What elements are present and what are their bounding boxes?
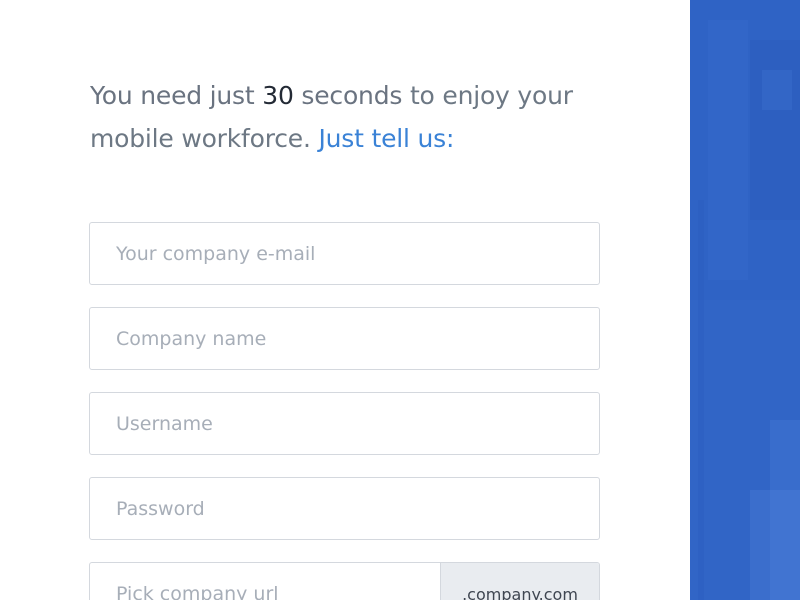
signup-form-panel: You need just 30 seconds to enjoy your m… <box>0 0 690 600</box>
password-field-wrapper <box>89 477 600 540</box>
company-url-field-wrapper: .company.com <box>89 562 600 600</box>
intro-part-2: seconds <box>293 81 403 110</box>
intro-text: You need just 30 seconds to enjoy your m… <box>90 74 610 160</box>
email-field-wrapper <box>89 222 600 285</box>
username-input[interactable] <box>90 393 599 454</box>
intro-number: 30 <box>262 81 294 110</box>
hero-photo-overlay <box>690 0 800 600</box>
intro-part-1: You need just <box>90 81 263 110</box>
company-name-input[interactable] <box>90 308 599 369</box>
company-url-input[interactable] <box>90 563 440 600</box>
company-url-suffix: .company.com <box>440 563 599 600</box>
username-field-wrapper <box>89 392 600 455</box>
hero-image-panel <box>690 0 800 600</box>
intro-cta: Just tell us: <box>310 124 455 153</box>
company-name-field-wrapper <box>89 307 600 370</box>
password-input[interactable] <box>90 478 599 539</box>
company-email-input[interactable] <box>90 223 599 284</box>
